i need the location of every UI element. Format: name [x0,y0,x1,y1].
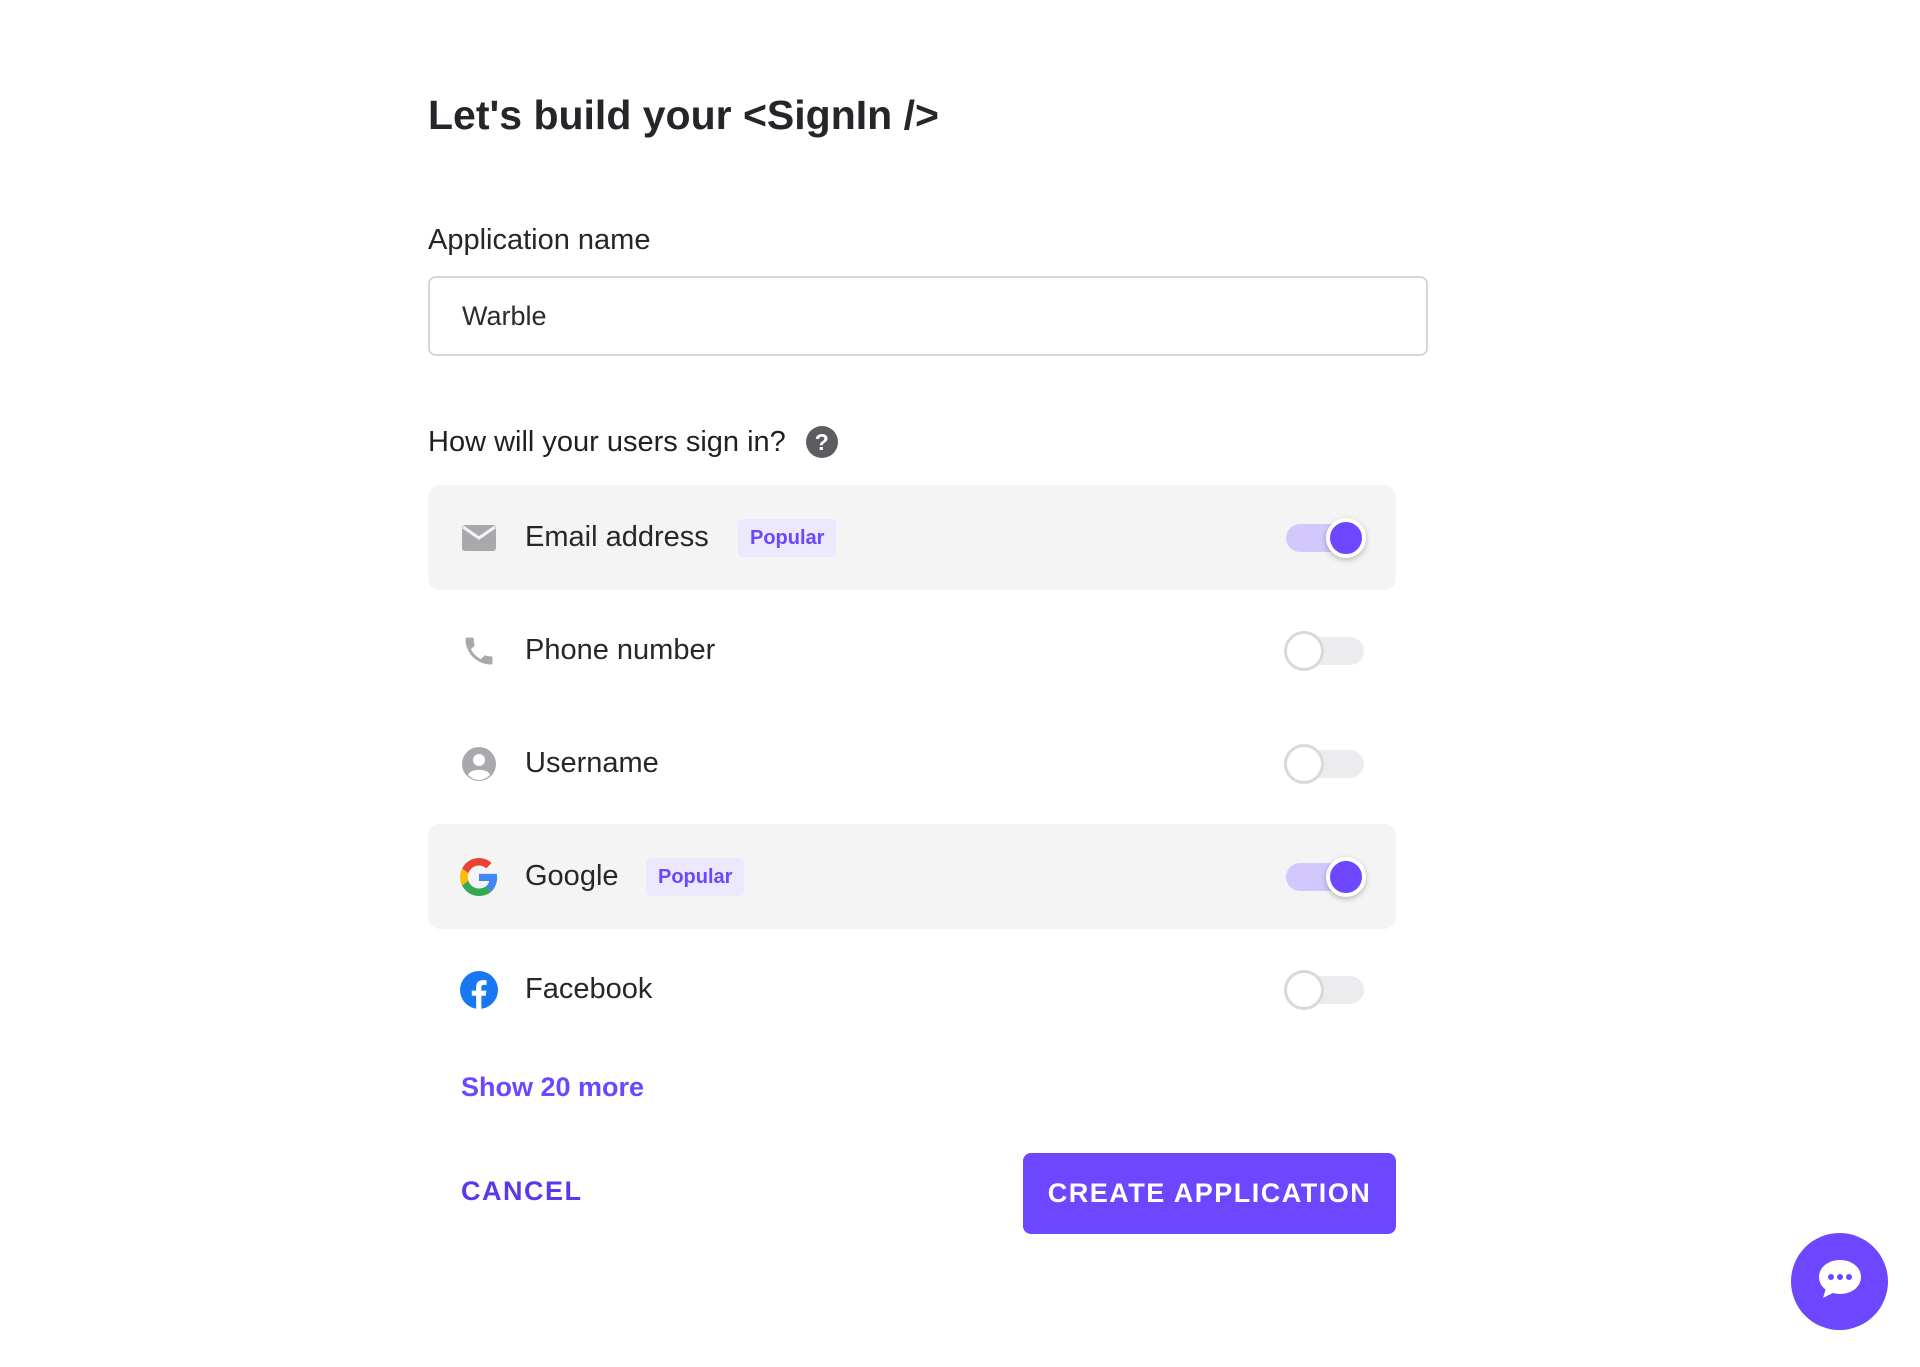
help-icon[interactable]: ? [805,426,838,458]
cancel-button[interactable]: CANCEL [461,1176,583,1207]
popular-badge: Popular [738,518,837,557]
method-row-username[interactable]: Username [428,711,1396,816]
toggle-knob [1284,743,1324,784]
toggle-knob [1284,630,1324,671]
method-label-username: Username [525,747,659,779]
toggle-google[interactable] [1284,856,1366,897]
chat-launcher-button[interactable] [1791,1233,1888,1330]
method-row-email[interactable]: Email address Popular [428,485,1396,590]
chat-bubble-icon [1817,1258,1863,1305]
popular-badge: Popular [646,857,745,896]
sign-in-methods-heading: How will your users sign in? ? [428,422,838,462]
method-row-google[interactable]: Google Popular [428,824,1396,929]
method-label-google: Google [525,860,619,892]
toggle-facebook[interactable] [1284,969,1366,1010]
user-icon [460,745,498,783]
method-row-facebook[interactable]: Facebook [428,937,1396,1042]
method-label-phone: Phone number [525,634,716,666]
toggle-knob [1326,517,1366,558]
method-label-email: Email address [525,521,709,553]
sign-in-methods-label: How will your users sign in? [428,425,786,458]
toggle-knob [1326,856,1366,897]
show-more-link[interactable]: Show 20 more [461,1072,644,1103]
app-name-label: Application name [428,224,651,256]
app-name-input[interactable] [428,276,1428,356]
facebook-icon [460,970,498,1009]
toggle-knob [1284,969,1324,1010]
toggle-email[interactable] [1284,517,1366,558]
google-icon [460,857,498,896]
toggle-phone[interactable] [1284,630,1366,671]
create-application-button[interactable]: CREATE APPLICATION [1023,1153,1396,1234]
phone-icon [460,632,498,670]
page-title: Let's build your <SignIn /> [428,92,939,138]
mail-icon [460,519,498,557]
sign-in-methods-list: Email address Popular Phone number Usern… [428,485,1396,1050]
toggle-username[interactable] [1284,743,1366,784]
method-row-phone[interactable]: Phone number [428,598,1396,703]
method-label-facebook: Facebook [525,973,653,1005]
